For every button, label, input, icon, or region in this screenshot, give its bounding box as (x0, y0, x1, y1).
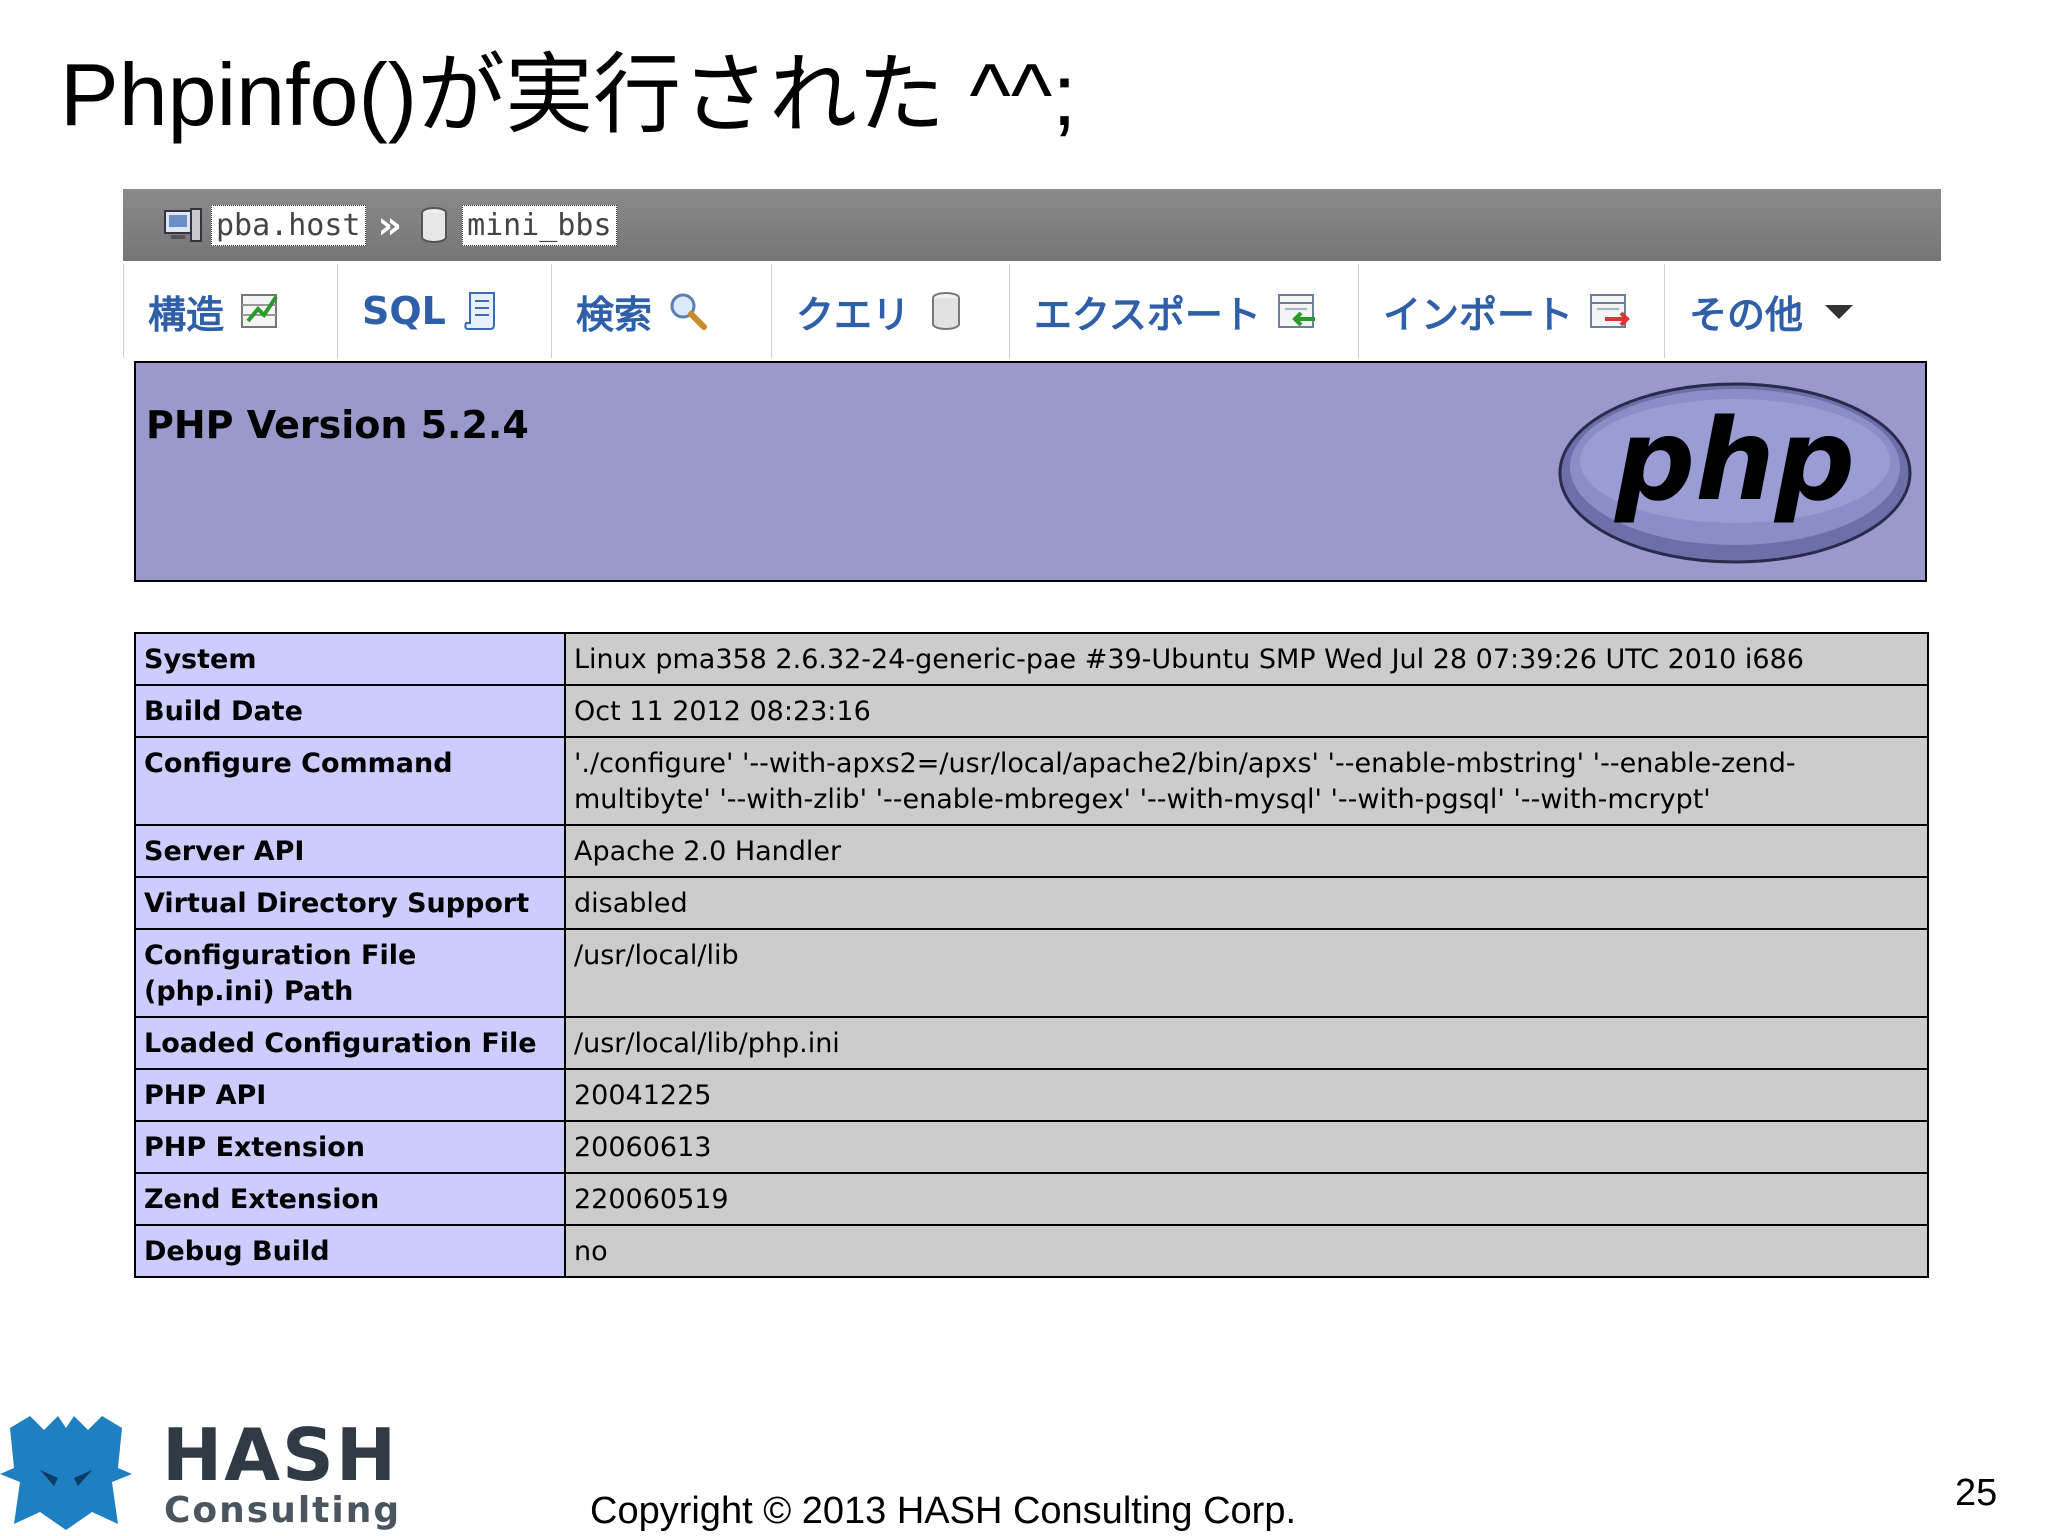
table-row: Zend Extension 220060519 (134, 1172, 1929, 1226)
row-key: PHP API (134, 1068, 566, 1122)
row-key: Zend Extension (134, 1172, 566, 1226)
tab-more[interactable]: その他 (1665, 264, 1925, 358)
breadcrumb-database[interactable]: mini_bbs (462, 204, 617, 246)
structure-icon (241, 294, 278, 328)
hash-shield-icon (0, 1416, 132, 1530)
phpinfo-table-viewport: System Linux pma358 2.6.32-24-generic-pa… (134, 632, 1929, 1296)
php-logo-text: php (1613, 396, 1855, 526)
export-icon (1277, 294, 1315, 328)
page-number: 25 (1955, 1472, 1998, 1514)
tab-import[interactable]: インポート (1359, 264, 1665, 358)
row-key: Configure Command (134, 736, 566, 826)
row-key: PHP Extension (134, 1120, 566, 1174)
import-icon (1590, 294, 1630, 328)
tab-bar: 構造 SQL 検索 クエリ エクスポート インポート その他 (123, 264, 1941, 358)
row-value: Oct 11 2012 08:23:16 (564, 684, 1929, 738)
tab-sql-label: SQL (362, 289, 446, 333)
query-icon (932, 292, 961, 330)
row-key: Configuration File (php.ini) Path (134, 928, 566, 1018)
row-key: Build Date (134, 684, 566, 738)
row-key: System (134, 632, 566, 686)
row-value: './configure' '--with-apxs2=/usr/local/a… (564, 736, 1929, 826)
tab-search[interactable]: 検索 (552, 264, 772, 358)
table-row: Configure Command './configure' '--with-… (134, 736, 1929, 826)
breadcrumb-separator-icon: » (377, 203, 403, 247)
row-value: 20060613 (564, 1120, 1929, 1174)
row-key: Server API (134, 824, 566, 878)
table-row: Configuration File (php.ini) Path /usr/l… (134, 928, 1929, 1018)
row-value: no (564, 1224, 1929, 1278)
tab-query[interactable]: クエリ (772, 264, 1010, 358)
table-row: Server API Apache 2.0 Handler (134, 824, 1929, 878)
chevron-down-icon (1825, 305, 1854, 319)
table-row: Build Date Oct 11 2012 08:23:16 (134, 684, 1929, 738)
table-row: PHP Extension 20060613 (134, 1120, 1929, 1174)
row-value: 20041225 (564, 1068, 1929, 1122)
search-icon (670, 293, 708, 330)
server-icon (164, 208, 202, 242)
row-value: disabled (564, 876, 1929, 930)
row-key: Loaded Configuration File (134, 1016, 566, 1070)
database-icon (421, 207, 448, 243)
row-key: Debug Build (134, 1224, 566, 1278)
tab-import-label: インポート (1383, 292, 1574, 337)
row-value: 220060519 (564, 1172, 1929, 1226)
copyright: Copyright © 2013 HASH Consulting Corp. (590, 1490, 1297, 1532)
table-row: System Linux pma358 2.6.32-24-generic-pa… (134, 632, 1929, 686)
sql-icon (464, 292, 495, 330)
row-value: /usr/local/lib (564, 928, 1929, 1018)
table-row: PHP API 20041225 (134, 1068, 1929, 1122)
tab-more-label: その他 (1689, 292, 1804, 337)
table-row: Debug Build no (134, 1224, 1929, 1278)
logo-consulting-text: Consulting (164, 1490, 401, 1531)
tab-structure[interactable]: 構造 (124, 264, 338, 358)
row-value: /usr/local/lib/php.ini (564, 1016, 1929, 1070)
phpinfo-header: PHP Version 5.2.4 php (134, 361, 1927, 582)
tab-sql[interactable]: SQL (338, 264, 552, 358)
tab-structure-label: 構造 (148, 292, 225, 337)
breadcrumb-server[interactable]: pba.host (211, 204, 366, 246)
phpinfo-table: System Linux pma358 2.6.32-24-generic-pa… (134, 632, 1929, 1278)
row-value: Apache 2.0 Handler (564, 824, 1929, 878)
tab-search-label: 検索 (576, 292, 653, 337)
phpmyadmin-header: pba.host » mini_bbs 構造 SQL 検索 クエリ エクスポート… (123, 189, 1941, 358)
breadcrumb: pba.host » mini_bbs (123, 189, 1941, 261)
tab-query-label: クエリ (796, 292, 911, 337)
tab-export-label: エクスポート (1034, 292, 1261, 337)
row-key: Virtual Directory Support (134, 876, 566, 930)
tab-export[interactable]: エクスポート (1010, 264, 1359, 358)
logo-hash-text: HASH (162, 1413, 398, 1497)
row-value: Linux pma358 2.6.32-24-generic-pae #39-U… (564, 632, 1929, 686)
table-row: Virtual Directory Support disabled (134, 876, 1929, 930)
php-logo: php (1558, 382, 1912, 564)
php-version-title: PHP Version 5.2.4 (146, 403, 529, 447)
hash-consulting-logo: HASH Consulting (0, 1413, 401, 1531)
slide-title: Phpinfo()が実行された ^^; (60, 45, 1077, 144)
table-row: Loaded Configuration File /usr/local/lib… (134, 1016, 1929, 1070)
